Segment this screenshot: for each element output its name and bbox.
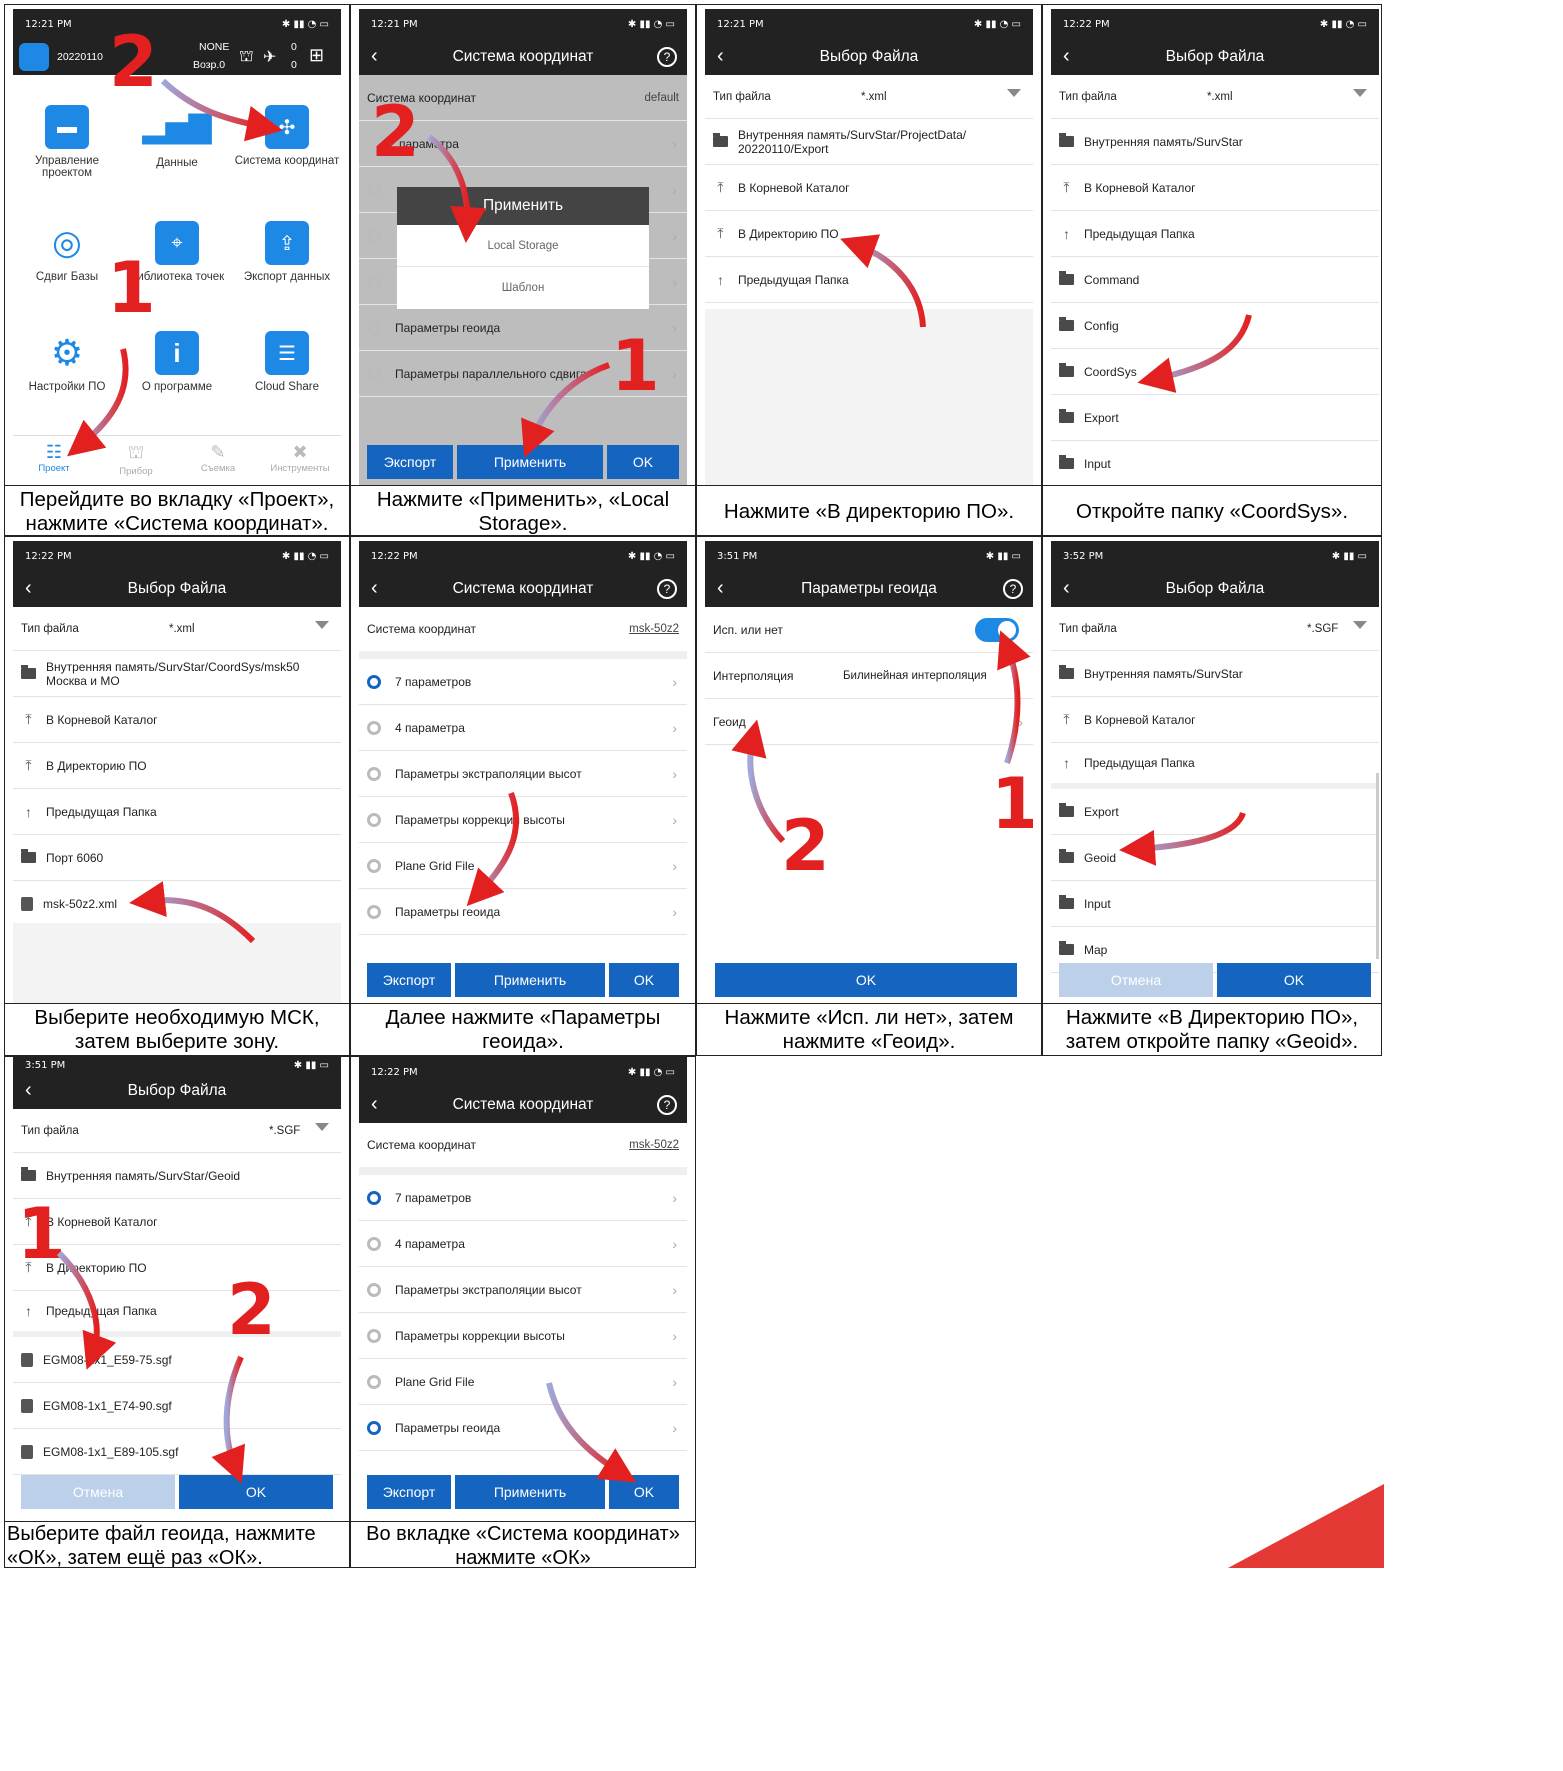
step-caption: Перейдите во вкладку «Проект», нажмите «…: [5, 485, 349, 535]
annotation-arrows: [1119, 811, 1246, 866]
step-caption: Выберите файл геоида, нажмите «ОК», зате…: [5, 1521, 349, 1567]
screen-file-select: 3:52 PM ✱ ▮▮ ▭ ‹ Выбор Файла Тип файла *.SG…: [1051, 541, 1379, 1003]
screen-coordinate-system: 12:22 PM ✱ ▮▮ ◔ ▭ ‹ Система координат? Сис…: [359, 1057, 687, 1519]
step-caption: Во вкладке «Система координат» нажмите «…: [351, 1521, 695, 1567]
annotation-arrows: [129, 881, 256, 944]
annotation-arrows: [56, 1250, 246, 1484]
screen-file-select: 12:21 PM ✱ ▮▮ ◔ ▭ ‹ Выбор Файла Тип файла *…: [705, 9, 1033, 485]
annotation-arrows: [1137, 314, 1252, 393]
corner-decoration: [1228, 1484, 1384, 1568]
step-caption: Нажмите «Применить», «Local Storage».: [351, 485, 695, 535]
annotation-arrows: [466, 791, 520, 907]
step-4: 12:22 PM ✱ ▮▮ ◔ ▭ ‹ Выбор Файла Тип файла *…: [1042, 4, 1382, 536]
annotation-arrows: [427, 134, 610, 458]
annotation-arrows: [67, 78, 283, 457]
step-2: 12:21 PM ✱ ▮▮ ◔ ▭ ‹ Система координат? Сис…: [350, 4, 696, 536]
screen-home: 12:21 PM ✱ ▮▮ ◔ ▭ 20220110 NONE Возр.0 ⛫ …: [13, 9, 341, 485]
screen-coordinate-system: 12:22 PM ✱ ▮▮ ◔ ▭ ‹ Система координат? Сис…: [359, 541, 687, 1003]
screen-file-select: 3:51 PM ✱ ▮▮ ▭ ‹ Выбор Файла Тип файла *.SG…: [13, 1057, 341, 1519]
step-8: 3:52 PM ✱ ▮▮ ▭ ‹ Выбор Файла Тип файла *.SG…: [1042, 536, 1382, 1056]
step-6: 12:22 PM ✱ ▮▮ ◔ ▭ ‹ Система координат? Сис…: [350, 536, 696, 1056]
step-caption: Откройте папку «CoordSys».: [1043, 485, 1381, 535]
step-10: 12:22 PM ✱ ▮▮ ◔ ▭ ‹ Система координат? Сис…: [350, 1056, 696, 1568]
step-7: 3:51 PM ✱ ▮▮ ▭ ‹ Параметры геоида? Исп. ил…: [696, 536, 1042, 1056]
annotation-arrows: [546, 1382, 637, 1483]
annotation-arrows: [731, 630, 1031, 844]
step-1: 12:21 PM ✱ ▮▮ ◔ ▭ 20220110 NONE Возр.0 ⛫ …: [4, 4, 350, 536]
step-caption: Нажмите «В директорию ПО».: [697, 485, 1041, 535]
step-3: 12:21 PM ✱ ▮▮ ◔ ▭ ‹ Выбор Файла Тип файла *…: [696, 4, 1042, 536]
screen-geoid-params: 3:51 PM ✱ ▮▮ ▭ ‹ Параметры геоида? Исп. ил…: [705, 541, 1033, 1003]
annotation-arrows: [840, 234, 926, 328]
screen-file-select: 12:22 PM ✱ ▮▮ ◔ ▭ ‹ Выбор Файла Тип файла *…: [1051, 9, 1379, 485]
screen-file-select: 12:22 PM ✱ ▮▮ ◔ ▭ ‹ Выбор Файла Тип файла *…: [13, 541, 341, 1003]
step-caption: Выберите необходимую МСК, затем выберите…: [5, 1003, 349, 1055]
step-5: 12:22 PM ✱ ▮▮ ◔ ▭ ‹ Выбор Файла Тип файла *…: [4, 536, 350, 1056]
step-caption: Нажмите «Исп. ли нет», затем нажмите «Ге…: [697, 1003, 1041, 1055]
screen-coordinate-system: 12:21 PM ✱ ▮▮ ◔ ▭ ‹ Система координат? Сис…: [359, 9, 687, 485]
step-caption: Далее нажмите «Параметры геоида».: [351, 1003, 695, 1055]
step-caption: Нажмите «В Директорию ПО», затем откройт…: [1043, 1003, 1381, 1055]
step-9: 3:51 PM ✱ ▮▮ ▭ ‹ Выбор Файла Тип файла *.SG…: [4, 1056, 350, 1568]
